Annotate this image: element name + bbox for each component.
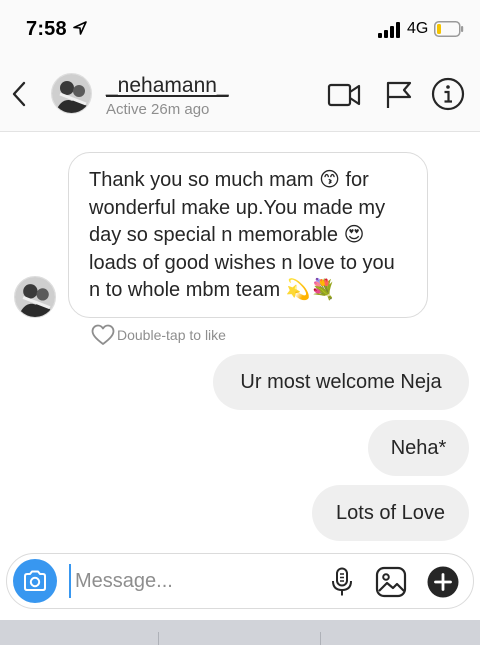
double-tap-like-hint[interactable]: Double-tap to like (91, 324, 226, 346)
microphone-icon[interactable] (329, 567, 355, 597)
message-input[interactable] (69, 564, 309, 598)
sent-message-text: Ur most welcome Neja (240, 370, 442, 393)
header-avatar[interactable] (51, 73, 92, 114)
received-message-text: Thank you so much mam 😙 for wonderful ma… (89, 169, 395, 301)
back-arrow-icon[interactable] (8, 80, 32, 108)
location-arrow-icon (73, 21, 87, 35)
sent-message-text: Neha* (390, 436, 447, 459)
camera-button[interactable] (13, 559, 57, 603)
sent-message-bubble[interactable]: Ur most welcome Neja (213, 354, 469, 410)
camera-icon (24, 570, 46, 591)
keyboard-suggestion-bar (0, 620, 480, 645)
chat-header: _nehamann_ Active 26m ago (0, 56, 480, 132)
video-call-icon[interactable] (327, 80, 361, 110)
battery-icon (434, 21, 464, 37)
message-composer (6, 553, 474, 609)
status-bar: 7:58 4G (0, 0, 480, 56)
add-more-icon[interactable] (427, 566, 459, 598)
keyboard-divider (320, 632, 321, 645)
flag-icon[interactable] (382, 80, 416, 110)
info-icon[interactable] (431, 77, 465, 111)
gallery-icon[interactable] (375, 566, 407, 598)
received-message-bubble[interactable]: Thank you so much mam 😙 for wonderful ma… (68, 152, 428, 318)
status-time: 7:58 (26, 18, 67, 40)
sent-message-bubble[interactable]: Lots of Love (312, 485, 469, 541)
header-username[interactable]: _nehamann_ (106, 74, 229, 98)
network-label: 4G (407, 20, 429, 37)
heart-icon[interactable] (91, 324, 115, 346)
sender-avatar[interactable] (14, 276, 56, 318)
like-hint-text: Double-tap to like (117, 327, 226, 343)
header-active-status: Active 26m ago (106, 101, 210, 118)
sent-message-text: Lots of Love (336, 501, 445, 524)
avatar-photo-icon (52, 74, 91, 113)
keyboard-divider (158, 632, 159, 645)
sent-message-bubble[interactable]: Neha* (368, 420, 469, 476)
signal-icon (378, 22, 400, 38)
avatar-photo-icon (15, 277, 55, 317)
